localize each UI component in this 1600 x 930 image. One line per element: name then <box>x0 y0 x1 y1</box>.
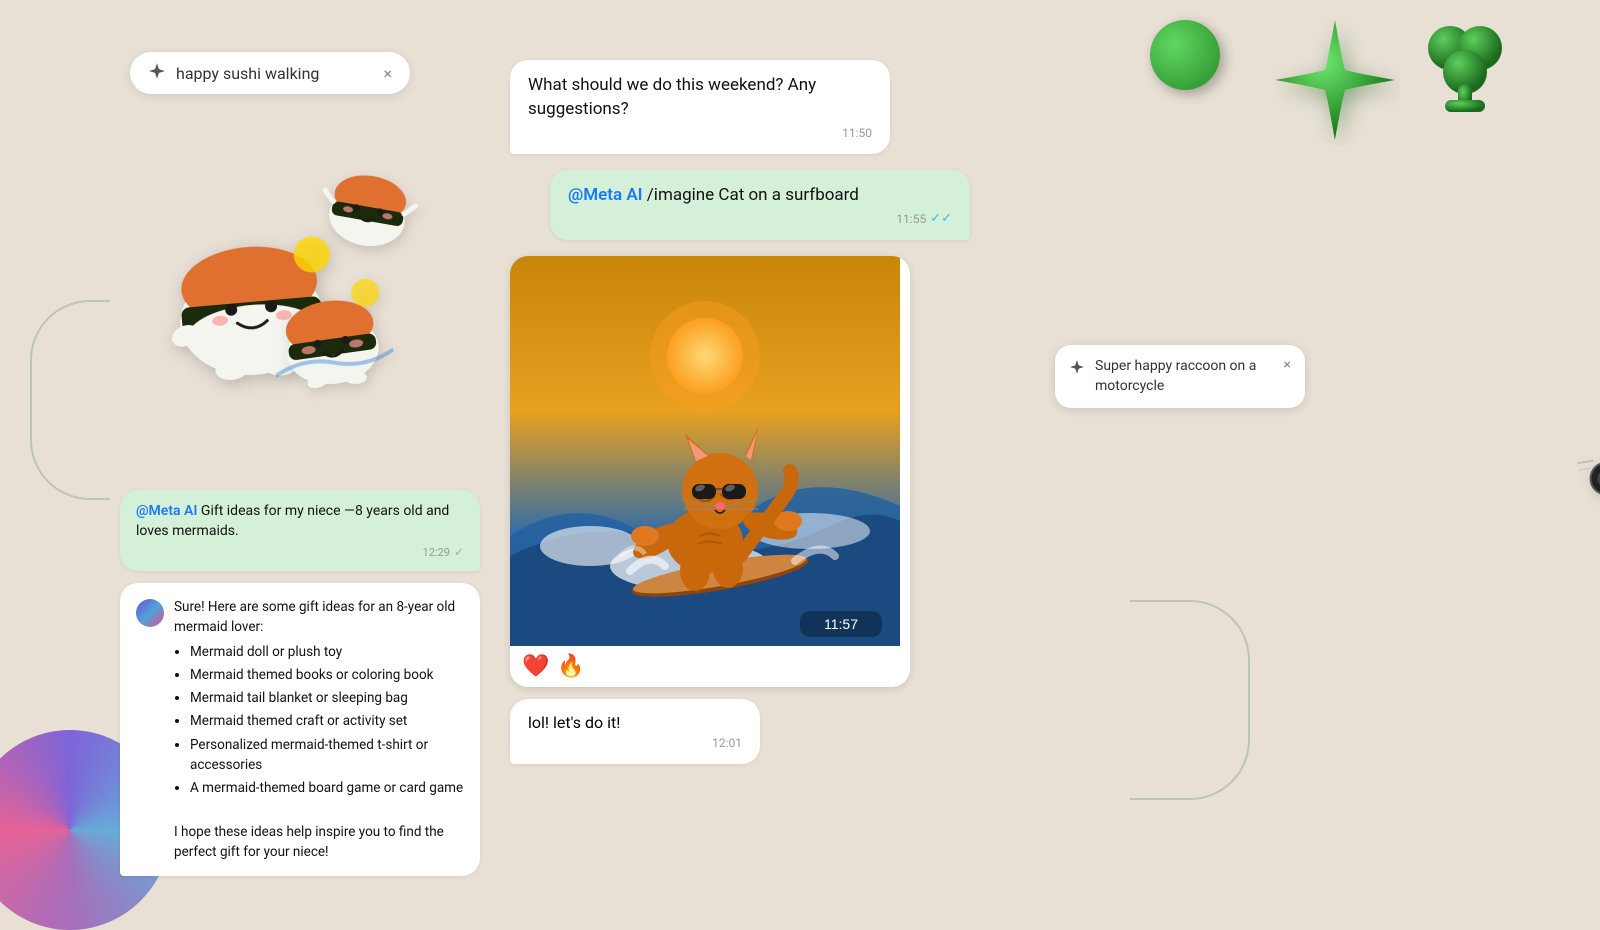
message-text-2: @Meta AI /imagine Cat on a surfboard <box>568 184 952 208</box>
raccoon-sticker-1 <box>1566 392 1600 521</box>
green-star-shape <box>1270 15 1400 145</box>
message-time-1: 11:50 <box>528 126 872 140</box>
message-body-2: /imagine Cat on a surfboard <box>647 185 859 205</box>
reactions-bar[interactable]: ❤️ 🔥 <box>510 646 910 687</box>
gift-message-time: 12:29 <box>423 546 450 559</box>
message-meta-lol: 12:01 <box>528 736 742 750</box>
gift-message-meta: 12:29 ✓ <box>136 545 464 559</box>
gift-item-6: A mermaid-themed board game or card game <box>190 778 464 798</box>
gift-item-1: Mermaid doll or plush toy <box>190 642 464 662</box>
ai-response-content: Sure! Here are some gift ideas for an 8-… <box>174 597 464 862</box>
incoming-message-1: What should we do this weekend? Any sugg… <box>510 60 890 154</box>
sushi-search-text: happy sushi walking <box>176 64 373 83</box>
meta-ai-mention-gift: @Meta AI <box>136 503 197 519</box>
raccoon-ai-sparkle-icon <box>1069 359 1085 379</box>
raccoon-search-close[interactable]: × <box>1284 357 1291 373</box>
gift-read-receipt: ✓ <box>454 545 464 559</box>
meta-ai-mention: @Meta AI <box>568 185 643 205</box>
message-time-lol: 12:01 <box>712 736 742 750</box>
message-meta-2: 11:55 ✓✓ <box>568 211 952 226</box>
reaction-heart[interactable]: ❤️ <box>522 654 549 679</box>
reaction-fire[interactable]: 🔥 <box>557 654 584 679</box>
outgoing-message-imagine: @Meta AI /imagine Cat on a surfboard 11:… <box>550 170 970 241</box>
decorative-curve-left <box>30 300 110 500</box>
sushi-search-bar[interactable]: happy sushi walking × <box>130 52 410 94</box>
decorative-curve-right <box>1130 600 1250 800</box>
gift-item-2: Mermaid themed books or coloring book <box>190 665 464 685</box>
gift-list: Mermaid doll or plush toy Mermaid themed… <box>190 642 464 799</box>
message-time-2: 11:55 <box>896 212 926 226</box>
ai-response-outro: I hope these ideas help inspire you to f… <box>174 824 444 860</box>
ai-gift-response: Sure! Here are some gift ideas for an 8-… <box>120 583 480 876</box>
left-chat-area: @Meta AI Gift ideas for my niece —8 year… <box>120 490 480 876</box>
raccoon-sticker-3 <box>1595 555 1600 688</box>
sushi-search-close[interactable]: × <box>383 64 392 83</box>
green-circle-shape <box>1150 20 1220 90</box>
gift-item-5: Personalized mermaid-themed t-shirt or a… <box>190 735 464 776</box>
gift-item-3: Mermaid tail blanket or sleeping bag <box>190 688 464 708</box>
message-text-1: What should we do this weekend? Any sugg… <box>528 74 872 122</box>
sushi-sticker-small-1 <box>312 142 428 258</box>
ai-generated-image-message[interactable]: 11:57 ❤️ 🔥 <box>510 256 910 687</box>
svg-text:11:57: 11:57 <box>824 616 858 632</box>
incoming-message-lol: lol! let's do it! 12:01 <box>510 699 760 764</box>
raccoon-search-bar[interactable]: Super happy raccoon on a motorcycle × <box>1055 345 1305 408</box>
gift-item-4: Mermaid themed craft or activity set <box>190 711 464 731</box>
message-text-lol: lol! let's do it! <box>528 713 742 732</box>
gift-message-text: @Meta AI Gift ideas for my niece —8 year… <box>136 502 464 541</box>
read-receipt-2: ✓✓ <box>930 211 952 226</box>
green-club-shape <box>1410 10 1520 120</box>
ai-sparkle-icon <box>148 62 166 84</box>
ai-avatar <box>136 599 164 627</box>
sushi-sticker-small-2 <box>262 262 398 398</box>
outgoing-gift-message: @Meta AI Gift ideas for my niece —8 year… <box>120 490 480 571</box>
main-chat-area: What should we do this weekend? Any sugg… <box>510 60 970 764</box>
cat-surfing-image: 11:57 <box>510 256 900 646</box>
ai-response-intro: Sure! Here are some gift ideas for an 8-… <box>174 599 455 635</box>
raccoon-search-text: Super happy raccoon on a motorcycle <box>1095 357 1270 396</box>
